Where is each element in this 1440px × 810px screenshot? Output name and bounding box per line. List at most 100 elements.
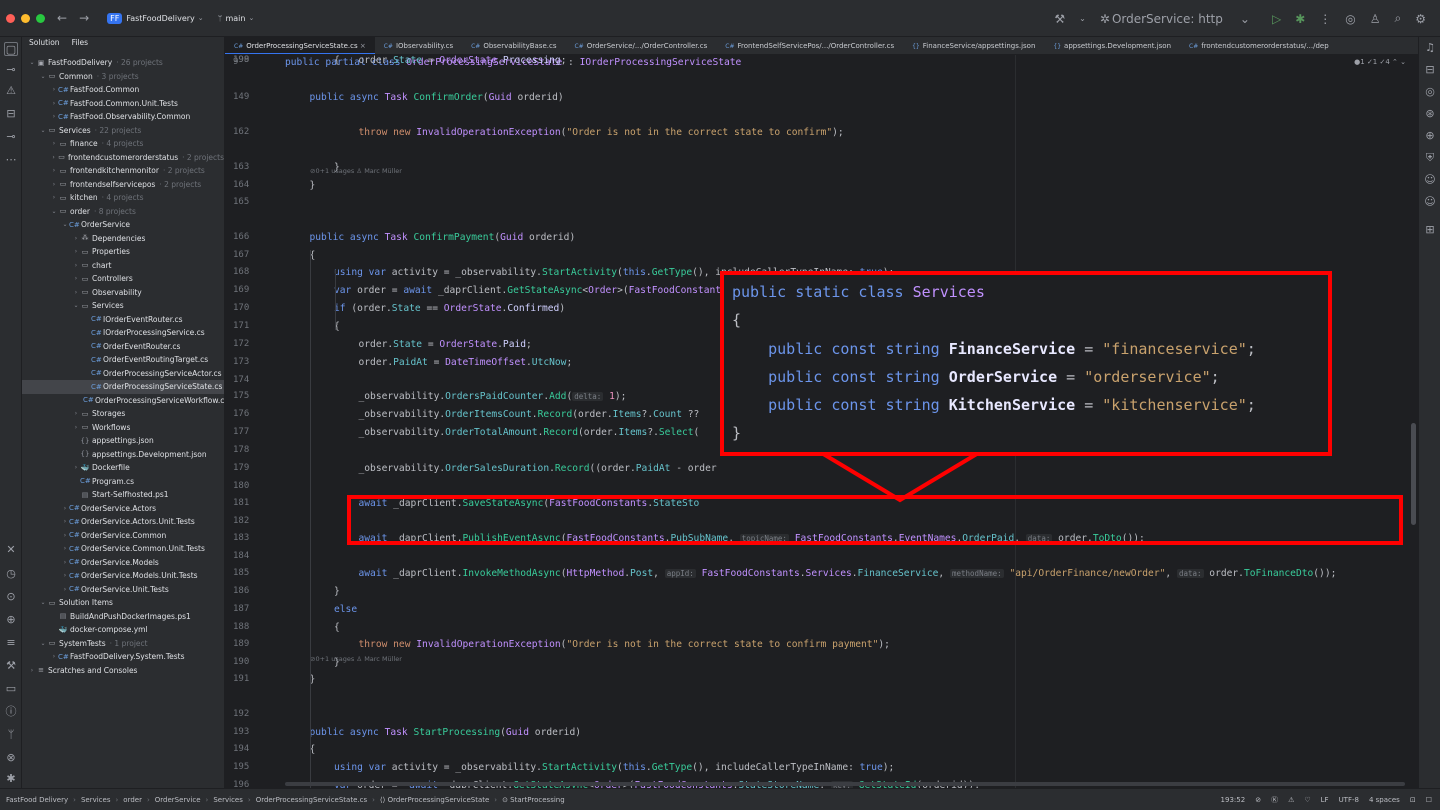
chevron-right-icon[interactable]: › xyxy=(61,559,69,566)
pilot-icon[interactable]: ☺ xyxy=(1423,195,1437,209)
chevron-down-icon[interactable]: ⌄ xyxy=(39,640,47,647)
tree-item[interactable]: › 🐳 Dockerfile xyxy=(22,461,224,475)
explorer-tool-icon[interactable]: ▢ xyxy=(4,42,18,56)
code-line[interactable]: public async Task StartProcessing(Guid o… xyxy=(310,727,582,738)
chevron-right-icon[interactable]: › xyxy=(50,181,58,188)
tree-item[interactable]: › ▭ finance · 4 projects xyxy=(22,137,224,151)
tree-item[interactable]: › ▭ chart xyxy=(22,259,224,273)
chevron-right-icon[interactable]: › xyxy=(61,572,69,579)
tree-item[interactable]: ⌄ C# OrderService xyxy=(22,218,224,232)
code-line[interactable]: public async Task ConfirmPayment(Guid or… xyxy=(310,232,576,243)
run-config-selector[interactable]: ✲ OrderService: http ⌄ xyxy=(1100,12,1264,26)
breadcrumb-item[interactable]: order xyxy=(123,796,142,804)
tree-item[interactable]: C# OrderEventRouter.cs xyxy=(22,340,224,354)
usages-hint[interactable]: ⊘0+1 usages ♙ Marc Müller xyxy=(310,167,402,175)
chevron-right-icon[interactable]: › xyxy=(72,464,80,471)
tree-item[interactable]: ⌄ ▭ Services · 22 projects xyxy=(22,124,224,138)
build-tool-icon[interactable]: ⚒ xyxy=(4,659,18,673)
code-line[interactable]: _observability.OrdersPaidCounter.Add(del… xyxy=(359,391,627,402)
indent-setting[interactable]: 4 spaces xyxy=(1369,796,1400,804)
tree-item[interactable]: C# Program.cs xyxy=(22,475,224,489)
tree-item[interactable]: C# OrderProcessingServiceActor.cs xyxy=(22,367,224,381)
notifications-icon[interactable]: ♫ xyxy=(1423,41,1437,55)
chevron-down-icon[interactable]: ⌄ xyxy=(1079,14,1086,23)
breadcrumb-item[interactable]: ⟨⟩ OrderProcessingServiceState xyxy=(380,796,489,804)
copilot-chat-icon[interactable]: ☺ xyxy=(1423,173,1437,187)
shield-icon[interactable]: ⛨ xyxy=(1423,151,1437,165)
services-tool-icon[interactable]: ⊙ xyxy=(4,590,18,604)
chevron-right-icon[interactable]: › xyxy=(72,410,80,417)
chevron-right-icon[interactable]: › xyxy=(50,100,58,107)
tree-item[interactable]: 🐳 docker-compose.yml xyxy=(22,623,224,637)
tree-item[interactable]: C# OrderEventRoutingTarget.cs xyxy=(22,353,224,367)
tree-item[interactable]: › ▭ Storages xyxy=(22,407,224,421)
code-line[interactable]: order.State = OrderState.Paid; xyxy=(359,339,532,350)
tree-item[interactable]: › C# OrderService.Common xyxy=(22,529,224,543)
copilot-icon[interactable]: ⊛ xyxy=(1423,107,1437,121)
chevron-right-icon[interactable]: › xyxy=(50,194,58,201)
code-line[interactable]: public async Task ConfirmOrder(Guid orde… xyxy=(310,92,564,103)
problems-tool-icon[interactable]: ⓘ xyxy=(4,705,18,719)
tree-item[interactable]: › C# FastFood.Common.Unit.Tests xyxy=(22,97,224,111)
editor-tab[interactable]: {} appsettings.Development.json xyxy=(1044,37,1180,54)
chevron-right-icon[interactable]: › xyxy=(72,248,80,255)
editor-tab[interactable]: C# OrderProcessingServiceState.cs × xyxy=(225,37,375,54)
tree-item[interactable]: {} appsettings.json xyxy=(22,434,224,448)
tree-item[interactable]: › ▭ Controllers xyxy=(22,272,224,286)
settings-icon[interactable]: ⚙ xyxy=(1415,12,1426,26)
code-line[interactable]: if (order.State == OrderState.Confirmed) xyxy=(334,303,565,314)
tree-item[interactable]: › C# OrderService.Unit.Tests xyxy=(22,583,224,597)
tree-item[interactable]: ⌄ ▣ FastFoodDelivery · 26 projects xyxy=(22,56,224,70)
chevron-right-icon[interactable]: › xyxy=(61,586,69,593)
tree-item[interactable]: › ▭ Workflows xyxy=(22,421,224,435)
tree-item[interactable]: › ▭ frontendselfservicepos · 2 projects xyxy=(22,178,224,192)
heart-icon[interactable]: ♡ xyxy=(1304,796,1310,804)
chevron-down-icon[interactable]: ⌄ xyxy=(39,127,47,134)
close-window-icon[interactable] xyxy=(6,13,15,23)
chevron-right-icon[interactable]: › xyxy=(28,667,36,674)
breadcrumb-item[interactable]: FastFood Delivery xyxy=(6,796,68,804)
tree-item[interactable]: › C# FastFood.Observability.Common xyxy=(22,110,224,124)
lock-icon[interactable]: ⊡ xyxy=(1410,796,1416,804)
tree-item[interactable]: › C# OrderService.Models xyxy=(22,556,224,570)
chevron-right-icon[interactable]: › xyxy=(72,235,80,242)
structure-tool-icon[interactable]: ⚠ xyxy=(4,84,18,98)
tree-item[interactable]: › C# OrderService.Actors xyxy=(22,502,224,516)
ai-status-icon[interactable]: ⊘ xyxy=(1255,796,1261,804)
tree-item[interactable]: C# IOrderEventRouter.cs xyxy=(22,313,224,327)
tree-item[interactable]: ⌄ ▭ order · 8 projects xyxy=(22,205,224,219)
account-icon[interactable]: ♙ xyxy=(1370,12,1381,26)
tree-item[interactable]: › ▭ Properties xyxy=(22,245,224,259)
terminal-tool-icon[interactable]: ▭ xyxy=(4,682,18,696)
maximize-window-icon[interactable] xyxy=(36,13,45,23)
search-icon[interactable]: ⌕ xyxy=(1395,11,1402,26)
breadcrumb-item[interactable]: ⊙ StartProcessing xyxy=(502,796,565,804)
code-line[interactable]: else xyxy=(334,604,357,615)
editor-tab[interactable]: C# FrontendSelfServicePos/.../OrderContro… xyxy=(716,37,903,54)
tree-item[interactable]: C# OrderProcessingServiceState.cs xyxy=(22,380,224,394)
back-arrow-icon[interactable]: ← xyxy=(57,11,67,25)
ai-assistant-icon[interactable]: ◎ xyxy=(1423,85,1437,99)
vertical-scrollbar[interactable] xyxy=(1411,423,1416,525)
nuget-tool-icon[interactable]: ⊕ xyxy=(4,613,18,627)
gitlens-icon[interactable]: ⊕ xyxy=(1423,129,1437,143)
encoding[interactable]: UTF-8 xyxy=(1339,796,1359,804)
commit-tool-icon[interactable]: ⊸ xyxy=(4,63,18,77)
tree-item[interactable]: › ▭ frontendkitchenmonitor · 2 projects xyxy=(22,164,224,178)
more-tools-icon[interactable]: ⋯ xyxy=(4,153,18,167)
inspections-icon[interactable]: ⚠ xyxy=(1288,796,1294,804)
database-icon[interactable]: ⊟ xyxy=(1423,63,1437,77)
chevron-right-icon[interactable]: › xyxy=(61,518,69,525)
code-line[interactable]: throw new InvalidOperationException("Ord… xyxy=(359,639,890,650)
chevron-down-icon[interactable]: ⌄ xyxy=(61,221,69,228)
cursor-position[interactable]: 193:52 xyxy=(1221,796,1246,804)
git-tool-icon[interactable]: ᛘ xyxy=(4,728,18,742)
tree-item[interactable]: ▤ Start-Selfhosted.ps1 xyxy=(22,488,224,502)
tree-item[interactable]: ⌄ ▭ SystemTests · 1 project xyxy=(22,637,224,651)
tree-item[interactable]: ⌄ ▭ Services xyxy=(22,299,224,313)
chevron-right-icon[interactable]: › xyxy=(61,505,69,512)
chevron-right-icon[interactable]: › xyxy=(72,424,80,431)
branch-selector[interactable]: ᛘ main ⌄ xyxy=(218,14,255,23)
code-line[interactable]: throw new InvalidOperationException("Ord… xyxy=(359,127,844,138)
tree-item[interactable]: › ⁂ Dependencies xyxy=(22,232,224,246)
